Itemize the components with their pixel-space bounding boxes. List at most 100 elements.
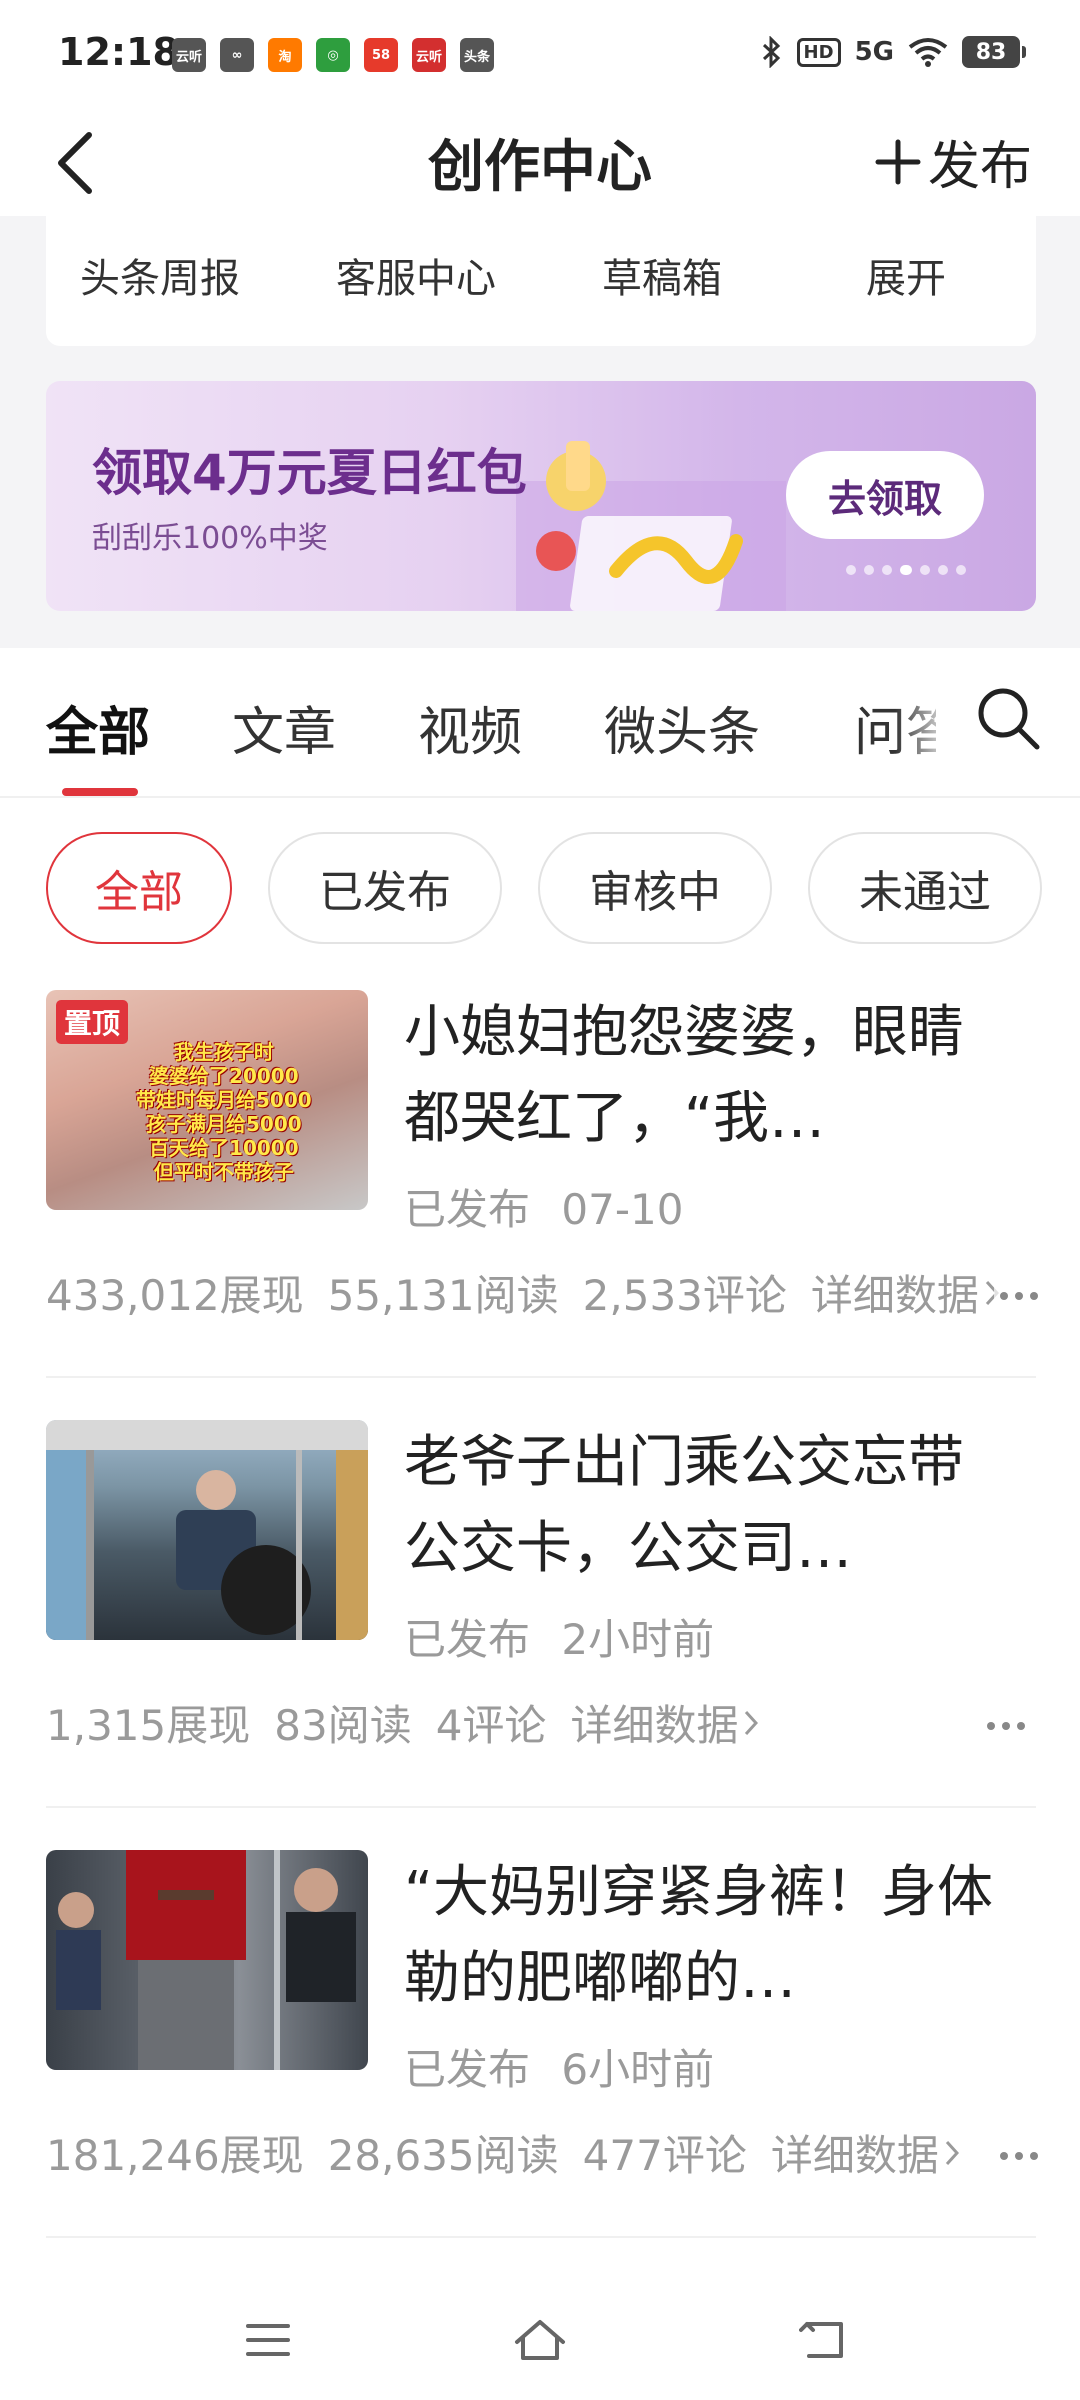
quick-link-weekly-report[interactable]: 头条周报 xyxy=(40,246,280,304)
green-app-icon: ◎ xyxy=(316,38,350,72)
banner-subtitle: 刮刮乐100%中奖 xyxy=(92,521,328,556)
quick-link-customer-service[interactable]: 客服中心 xyxy=(296,246,536,304)
article-item[interactable]: 老爷子出门乘公交忘带公交卡，公交司… 已发布 2小时前 1,315展现 83阅读… xyxy=(0,1420,1080,1850)
more-options-button[interactable] xyxy=(994,2136,1044,2176)
article-meta: 已发布 07-10 xyxy=(404,1176,683,1237)
promo-banner[interactable]: 领取4万元夏日红包 刮刮乐100%中奖 去领取 xyxy=(46,381,1036,611)
pagination-dot xyxy=(956,565,966,575)
publish-button[interactable]: 发布 xyxy=(874,124,1032,199)
tab-videos[interactable]: 视频 xyxy=(418,690,522,765)
more-dot xyxy=(1017,1722,1025,1730)
subway-scene-image xyxy=(56,1850,356,2070)
article-divider xyxy=(46,1376,1036,1378)
status-time: 12:18 xyxy=(58,30,179,74)
tab-articles[interactable]: 文章 xyxy=(232,690,336,765)
article-stats: 433,012展现 55,131阅读 2,533评论 详细数据 xyxy=(46,1262,999,1323)
chevron-left-icon xyxy=(58,132,92,194)
filter-reviewing[interactable]: 审核中 xyxy=(538,832,772,944)
status-bar: 12:18 云听 ∞ 淘 ◎ 58 云听 头条 HD 5G 83 xyxy=(0,0,1080,110)
article-stats: 1,315展现 83阅读 4评论 详细数据 xyxy=(46,1692,759,1753)
comments-count: 477评论 xyxy=(582,2131,747,2180)
search-button[interactable] xyxy=(968,678,1048,758)
banner-title: 领取4万元夏日红包 xyxy=(92,444,527,502)
comments-count: 4评论 xyxy=(435,1701,547,1750)
article-title[interactable]: 老爷子出门乘公交忘带公交卡，公交司… xyxy=(404,1420,1004,1592)
chevron-right-icon xyxy=(945,2140,959,2165)
article-thumbnail: 置顶 我生孩子时 婆婆给了20000 带娃时每月给5000 孩子满月给5000 … xyxy=(46,990,368,1210)
more-dot xyxy=(1015,2152,1023,2160)
header: 创作中心 发布 xyxy=(0,110,1080,216)
pagination-dot xyxy=(882,565,892,575)
article-thumbnail xyxy=(46,1850,368,2070)
pagination-dot xyxy=(920,565,930,575)
banner-illustration xyxy=(516,441,786,611)
58-app-icon: 58 xyxy=(364,38,398,72)
top-section: 头条周报 客服中心 草稿箱 展开 领取4万元夏日红包 刮刮乐100%中奖 去领取 xyxy=(0,216,1080,648)
more-dot xyxy=(1030,1292,1038,1300)
more-options-button[interactable] xyxy=(994,1276,1044,1316)
quick-links-card: 头条周报 客服中心 草稿箱 展开 xyxy=(46,216,1036,346)
more-dot xyxy=(1002,1722,1010,1730)
reads-count: 83阅读 xyxy=(274,1701,412,1750)
detail-data-link[interactable]: 详细数据 xyxy=(811,1262,999,1323)
filter-published[interactable]: 已发布 xyxy=(268,832,502,944)
article-time: 07-10 xyxy=(561,1185,684,1234)
active-tab-indicator xyxy=(62,788,138,796)
article-time: 6小时前 xyxy=(561,2045,715,2094)
home-button[interactable] xyxy=(500,2300,580,2380)
article-thumbnail xyxy=(46,1420,368,1640)
detail-data-link[interactable]: 详细数据 xyxy=(771,2122,959,2183)
quick-link-expand[interactable]: 展开 xyxy=(786,246,1026,304)
link-app-icon: ∞ xyxy=(220,38,254,72)
tab-all[interactable]: 全部 xyxy=(46,690,150,765)
detail-data-label: 详细数据 xyxy=(570,1701,739,1750)
detail-data-link[interactable]: 详细数据 xyxy=(570,1692,759,1753)
battery-icon: 83 xyxy=(962,36,1026,68)
more-dot xyxy=(987,1722,995,1730)
more-dot xyxy=(1000,1292,1008,1300)
plus-icon xyxy=(875,139,921,184)
filter-rejected[interactable]: 未通过 xyxy=(808,832,1042,944)
article-title[interactable]: 小媳妇抱怨婆婆，眼睛都哭红了，“我… xyxy=(404,990,1004,1162)
quick-link-drafts[interactable]: 草稿箱 xyxy=(542,246,782,304)
tab-micro-posts[interactable]: 微头条 xyxy=(604,690,760,765)
pagination-dot xyxy=(864,565,874,575)
more-dot xyxy=(1000,2152,1008,2160)
pagination-dot xyxy=(846,565,856,575)
home-icon xyxy=(515,2320,565,2360)
signal-label: 5G xyxy=(854,37,894,67)
search-icon xyxy=(978,688,1040,750)
reads-count: 55,131阅读 xyxy=(327,1271,559,1320)
back-nav-button[interactable] xyxy=(784,2300,864,2380)
content-tabs: 全部 文章 视频 微头条 问答 xyxy=(0,648,1080,796)
article-stats: 181,246展现 28,635阅读 477评论 详细数据 xyxy=(46,2122,959,2183)
more-dot xyxy=(1015,1292,1023,1300)
red-app-icon: 云听 xyxy=(412,38,446,72)
toutiao-app-icon: 头条 xyxy=(460,38,494,72)
chevron-right-icon xyxy=(745,1710,759,1735)
filter-all[interactable]: 全部 xyxy=(46,832,232,944)
taobao-app-icon: 淘 xyxy=(268,38,302,72)
bus-scene-image xyxy=(46,1420,368,1640)
article-time: 2小时前 xyxy=(561,1615,715,1664)
article-title[interactable]: “大妈别穿紧身裤！身体勒的肥嘟嘟的… xyxy=(404,1850,1004,2022)
bluetooth-icon xyxy=(762,36,780,68)
banner-pagination xyxy=(846,565,966,575)
hd-badge: HD xyxy=(796,37,841,67)
article-meta: 已发布 2小时前 xyxy=(404,1606,714,1667)
return-icon xyxy=(799,2322,843,2358)
status-right: HD 5G 83 xyxy=(761,36,1026,68)
menu-button[interactable] xyxy=(228,2300,308,2380)
article-item[interactable]: “大妈别穿紧身裤！身体勒的肥嘟嘟的… 已发布 6小时前 181,246展现 28… xyxy=(0,1850,1080,2280)
impressions-count: 433,012展现 xyxy=(46,1271,304,1320)
article-status: 已发布 xyxy=(404,1615,531,1664)
system-nav-bar xyxy=(0,2270,1080,2400)
tab-fade xyxy=(895,678,955,758)
claim-button[interactable]: 去领取 xyxy=(786,451,984,539)
publish-label: 发布 xyxy=(927,137,1032,197)
back-button[interactable] xyxy=(40,128,110,198)
article-item[interactable]: 置顶 我生孩子时 婆婆给了20000 带娃时每月给5000 孩子满月给5000 … xyxy=(0,990,1080,1420)
detail-data-label: 详细数据 xyxy=(770,2131,939,2180)
more-options-button[interactable] xyxy=(976,1706,1036,1746)
impressions-count: 1,315展现 xyxy=(46,1701,251,1750)
